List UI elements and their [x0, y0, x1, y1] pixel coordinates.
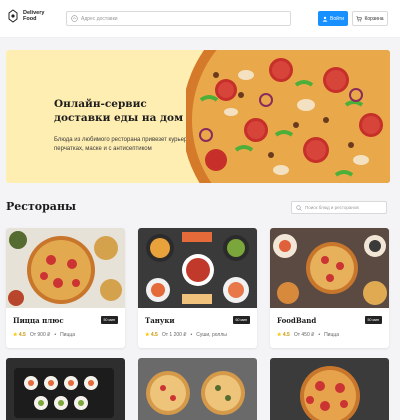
- search-icon: [296, 204, 302, 211]
- rating: ★ 4.5: [277, 332, 290, 338]
- restaurant-card[interactable]: Пицца плюс 50 мин ★ 4.5 От 900 ₽ • Пицца: [6, 228, 125, 348]
- rating-value: 4.5: [282, 332, 290, 338]
- category: Пицца: [324, 332, 339, 338]
- restaurant-name: FoodBand: [277, 316, 317, 325]
- cart-label: Корзина: [364, 15, 384, 22]
- restaurant-meta: ★ 4.5 От 1 200 ₽ • Суши, роллы: [145, 332, 227, 338]
- restaurant-image: [270, 228, 389, 308]
- star-icon: ★: [145, 332, 150, 338]
- cart-icon: [356, 15, 363, 21]
- delivery-time-badge: 50 мин: [100, 316, 118, 324]
- logo[interactable]: Delivery Food: [7, 9, 44, 23]
- delivery-time-badge: 50 мин: [364, 316, 382, 324]
- user-icon: [322, 16, 328, 22]
- price: От 450 ₽: [293, 332, 315, 338]
- address-search[interactable]: [66, 11, 291, 26]
- category: Пицца: [60, 332, 75, 338]
- rating-value: 4.5: [18, 332, 26, 338]
- category: Суши, роллы: [196, 332, 227, 338]
- restaurant-card[interactable]: Тануки 60 мин ★ 4.5 От 1 200 ₽ • Суши, р…: [138, 228, 257, 348]
- cart-button[interactable]: Корзина: [352, 11, 388, 26]
- restaurant-name: Тануки: [145, 316, 175, 325]
- star-icon: ★: [13, 332, 18, 338]
- logo-line2: Food: [23, 16, 37, 22]
- restaurant-card[interactable]: [138, 358, 257, 420]
- rating: ★ 4.5: [13, 332, 26, 338]
- header: Delivery Food Войти Корзина: [0, 0, 400, 38]
- restaurant-card[interactable]: [6, 358, 125, 420]
- restaurant-image: [6, 358, 125, 420]
- home-icon: [71, 15, 78, 22]
- rating-value: 4.5: [150, 332, 158, 338]
- restaurant-image: [6, 228, 125, 308]
- star-icon: ★: [277, 332, 282, 338]
- login-button[interactable]: Войти: [318, 11, 348, 26]
- restaurant-meta: ★ 4.5 От 900 ₽ • Пицца: [13, 332, 75, 338]
- restaurant-image: [138, 358, 257, 420]
- restaurant-meta: ★ 4.5 От 450 ₽ • Пицца: [277, 332, 339, 338]
- separator-dot: •: [190, 332, 193, 338]
- restaurant-image: [138, 228, 257, 308]
- separator-dot: •: [54, 332, 57, 338]
- pizza-image: [186, 50, 390, 183]
- logo-icon: [8, 9, 18, 23]
- promo-title: Онлайн-сервис доставки еды на дом: [54, 98, 184, 124]
- restaurant-card[interactable]: FoodBand 50 мин ★ 4.5 От 450 ₽ • Пицца: [270, 228, 389, 348]
- promo-banner: Онлайн-сервис доставки еды на дом Блюда …: [6, 50, 390, 183]
- rating: ★ 4.5: [145, 332, 158, 338]
- address-input[interactable]: [81, 15, 281, 22]
- restaurant-name: Пицца плюс: [13, 316, 64, 325]
- restaurants-title: Рестораны: [6, 200, 77, 213]
- restaurant-card[interactable]: [270, 358, 389, 420]
- price: От 1 200 ₽: [161, 332, 187, 338]
- price: От 900 ₽: [29, 332, 51, 338]
- login-label: Войти: [330, 15, 344, 22]
- separator-dot: •: [318, 332, 321, 338]
- restaurant-image: [270, 358, 389, 420]
- logo-text: Delivery Food: [23, 10, 44, 22]
- restaurant-search-input[interactable]: [305, 205, 385, 210]
- delivery-time-badge: 60 мин: [232, 316, 250, 324]
- restaurant-search[interactable]: [291, 201, 387, 214]
